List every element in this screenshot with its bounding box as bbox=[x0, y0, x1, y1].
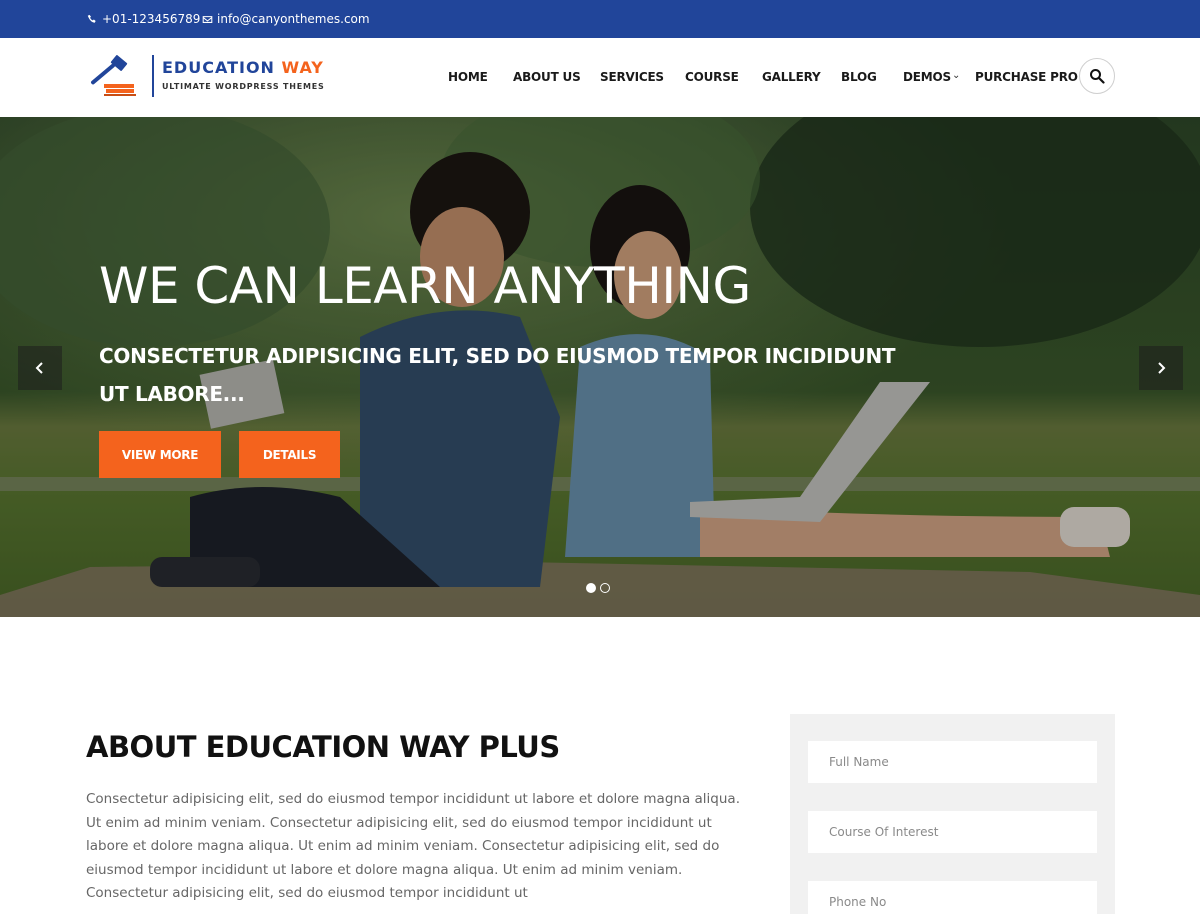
course-of-interest-input[interactable] bbox=[808, 811, 1097, 853]
site-header: EDUCATION WAY ULTIMATE WORDPRESS THEMES … bbox=[0, 38, 1200, 117]
phone-number: +01-123456789 bbox=[102, 12, 201, 26]
phone-icon bbox=[87, 14, 96, 23]
details-button[interactable]: DETAILS bbox=[239, 431, 340, 478]
enquiry-form bbox=[790, 714, 1115, 923]
chevron-left-icon bbox=[35, 362, 43, 374]
hero-title: WE CAN LEARN ANYTHING bbox=[99, 257, 751, 315]
slider-dot-2[interactable] bbox=[600, 583, 610, 593]
nav-blog[interactable]: BLOG bbox=[841, 70, 877, 84]
slider-dot-1[interactable] bbox=[586, 583, 596, 593]
about-text: Consectetur adipisicing elit, sed do eiu… bbox=[86, 791, 740, 902]
phone-number-input[interactable] bbox=[808, 881, 1097, 923]
search-icon bbox=[1090, 69, 1105, 84]
logo-divider bbox=[152, 55, 154, 97]
search-button[interactable] bbox=[1079, 58, 1115, 94]
envelope-icon bbox=[202, 15, 213, 23]
chevron-right-icon bbox=[1158, 362, 1166, 374]
nav-purchase-pro[interactable]: PURCHASE PRO bbox=[975, 70, 1078, 84]
slider-dots bbox=[586, 583, 610, 593]
hero-subtitle: CONSECTETUR ADIPISICING ELIT, SED DO EIU… bbox=[99, 344, 896, 406]
full-name-input[interactable] bbox=[808, 741, 1097, 783]
view-more-button[interactable]: VIEW MORE bbox=[99, 431, 221, 478]
chevron-down-icon[interactable]: ⌄ bbox=[952, 70, 960, 81]
email-address: info@canyonthemes.com bbox=[217, 12, 370, 26]
hero-slider: WE CAN LEARN ANYTHING CONSECTETUR ADIPIS… bbox=[0, 117, 1200, 617]
nav-gallery[interactable]: GALLERY bbox=[762, 70, 821, 84]
top-bar: +01-123456789 info@canyonthemes.com bbox=[0, 0, 1200, 38]
contact-email[interactable]: info@canyonthemes.com bbox=[202, 12, 370, 26]
nav-demos[interactable]: DEMOS bbox=[903, 70, 951, 84]
logo-title: EDUCATION WAY bbox=[162, 58, 324, 77]
contact-phone[interactable]: +01-123456789 bbox=[87, 12, 200, 26]
about-title: ABOUT EDUCATION WAY PLUS bbox=[86, 730, 560, 764]
nav-about-us[interactable]: ABOUT US bbox=[513, 70, 581, 84]
site-logo[interactable]: EDUCATION WAY ULTIMATE WORDPRESS THEMES bbox=[86, 52, 324, 102]
slider-prev-button[interactable] bbox=[18, 346, 62, 390]
slider-next-button[interactable] bbox=[1139, 346, 1183, 390]
nav-home[interactable]: HOME bbox=[448, 70, 488, 84]
nav-services[interactable]: SERVICES bbox=[600, 70, 664, 84]
nav-course[interactable]: COURSE bbox=[685, 70, 739, 84]
gavel-books-logo-icon bbox=[91, 55, 136, 96]
logo-subtitle: ULTIMATE WORDPRESS THEMES bbox=[162, 82, 325, 91]
